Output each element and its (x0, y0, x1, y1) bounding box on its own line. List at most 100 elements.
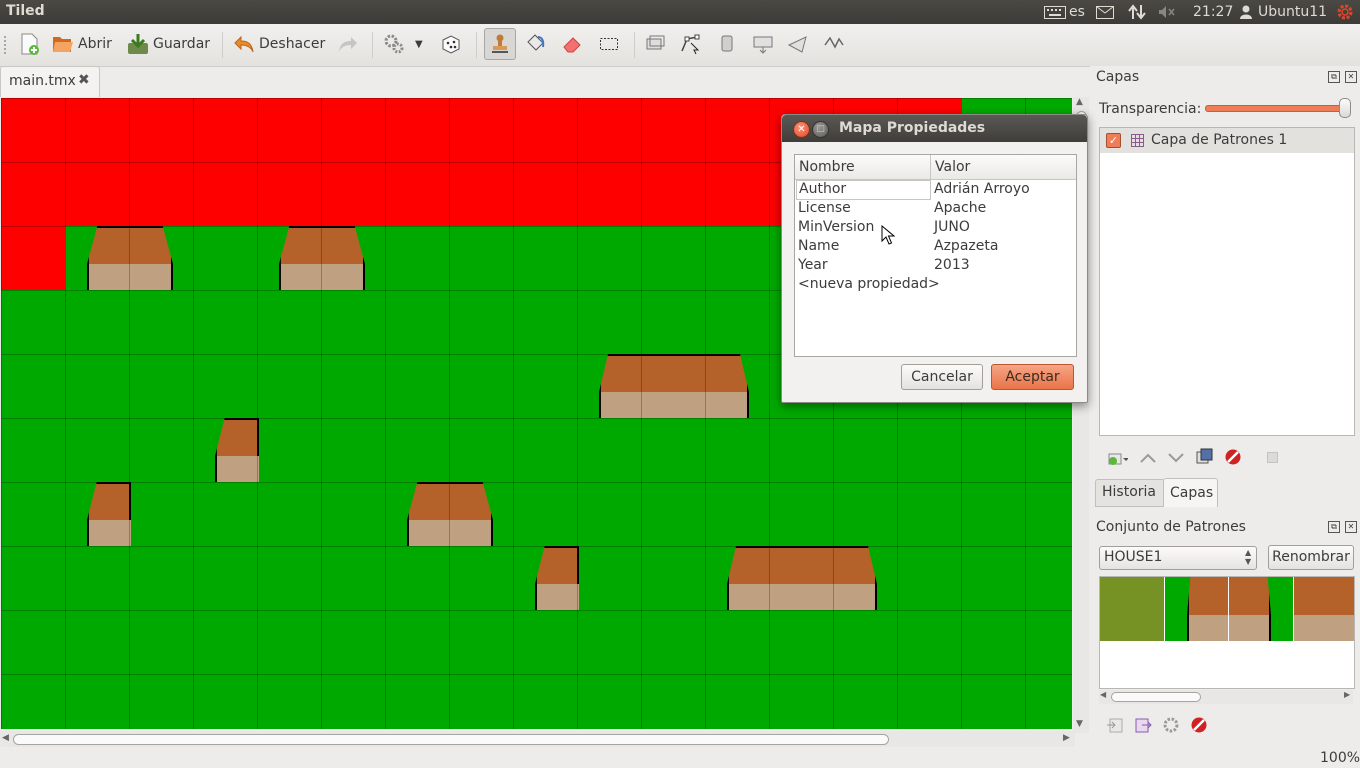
chevron-down-icon[interactable]: ▼ (415, 39, 423, 50)
opacity-slider[interactable] (1205, 105, 1347, 112)
table-row[interactable]: Author Adrián Arroyo (795, 180, 1076, 200)
redo-button[interactable] (337, 28, 359, 60)
command-button[interactable]: ▼ (383, 28, 423, 60)
tileset-horizontal-scrollbar[interactable]: ◀ ▶ (1099, 690, 1353, 704)
scroll-up-icon[interactable]: ▲ (1076, 97, 1083, 107)
close-panel-icon[interactable]: ✕ (1345, 521, 1357, 533)
property-name[interactable]: License (798, 200, 851, 216)
right-dock-panel: Capas ⧉ ✕ Transparencia: ✓ Capa de Patro… (1090, 66, 1360, 748)
tileset-tile-roof[interactable] (1294, 577, 1354, 641)
opacity-slider-handle[interactable] (1339, 98, 1351, 118)
property-value[interactable]: Azpazeta (934, 238, 998, 254)
app-title: Tiled (6, 3, 45, 19)
system-top-bar: Tiled es 21:27 Ubuntu11 (0, 0, 1360, 24)
tileset-properties-icon[interactable] (1162, 716, 1180, 734)
tab-history[interactable]: Historia (1095, 479, 1165, 507)
layer-visibility-checkbox[interactable]: ✓ (1106, 133, 1121, 148)
tab-layers[interactable]: Capas (1163, 478, 1218, 507)
float-panel-icon[interactable]: ⧉ (1328, 521, 1340, 533)
import-tileset-icon[interactable] (1106, 717, 1124, 733)
insert-rectangle-tool[interactable] (716, 28, 738, 60)
open-button[interactable]: Abrir (52, 28, 112, 60)
column-header-name[interactable]: Nombre (799, 159, 855, 175)
map-horizontal-scrollbar[interactable]: ◀ ▶ (0, 731, 1075, 747)
dialog-titlebar[interactable]: ✕ □ Mapa Propiedades (782, 115, 1087, 142)
close-icon[interactable]: ✖ (78, 72, 90, 88)
dialog-maximize-icon[interactable]: □ (812, 121, 829, 138)
property-value[interactable]: Apache (934, 200, 986, 216)
float-panel-icon[interactable]: ⧉ (1328, 71, 1340, 83)
property-value[interactable]: Adrián Arroyo (934, 181, 1030, 197)
rename-tileset-button[interactable]: Renombrar (1268, 545, 1354, 570)
remove-tileset-icon[interactable] (1190, 716, 1208, 734)
tileset-scroll-thumb[interactable] (1111, 692, 1201, 702)
scroll-left-icon[interactable]: ◀ (1100, 690, 1106, 699)
remove-layer-icon[interactable] (1224, 448, 1242, 466)
save-button[interactable]: Guardar (127, 28, 210, 60)
property-name[interactable]: Year (798, 257, 828, 273)
scroll-down-icon[interactable]: ▼ (1076, 719, 1083, 729)
property-value[interactable]: 2013 (934, 257, 970, 273)
new-map-button[interactable] (18, 28, 40, 60)
toolbar-grip[interactable] (4, 36, 9, 54)
scroll-left-icon[interactable]: ◀ (2, 733, 9, 743)
insert-polyline-tool[interactable] (823, 28, 845, 60)
clock[interactable]: 21:27 (1193, 4, 1233, 20)
power-gear-icon[interactable] (1336, 3, 1354, 21)
user-name[interactable]: Ubuntu11 (1258, 4, 1327, 20)
tileset-panel-title: Conjunto de Patrones (1096, 519, 1246, 535)
table-row[interactable]: Year 2013 (795, 257, 1076, 276)
dialog-close-icon[interactable]: ✕ (793, 121, 810, 138)
eraser-tool[interactable] (561, 28, 583, 60)
select-objects-tool[interactable] (644, 28, 666, 60)
duplicate-layer-icon[interactable] (1196, 448, 1214, 466)
export-tileset-icon[interactable] (1134, 717, 1152, 733)
stamp-icon (492, 34, 508, 53)
undo-button[interactable]: Deshacer (233, 28, 325, 60)
layer-properties-icon[interactable] (1267, 452, 1278, 463)
tab-main-tmx[interactable]: main.tmx ✖ (0, 66, 100, 97)
layer-row[interactable]: ✓ Capa de Patrones 1 (1100, 128, 1354, 153)
stamp-brush-tool[interactable] (484, 28, 516, 60)
close-panel-icon[interactable]: ✕ (1345, 71, 1357, 83)
volume-muted-icon[interactable] (1158, 5, 1176, 19)
move-layer-up-icon[interactable] (1140, 452, 1156, 464)
tileset-tile-grass-dark[interactable] (1100, 577, 1164, 641)
column-header-value[interactable]: Valor (935, 159, 970, 175)
table-row[interactable]: License Apache (795, 200, 1076, 219)
tileset-select[interactable]: HOUSE1 ▲ ▼ (1099, 546, 1257, 570)
tileset-tile-house[interactable] (1165, 577, 1293, 641)
layer-name: Capa de Patrones 1 (1151, 132, 1288, 148)
property-name[interactable]: Name (798, 238, 839, 254)
table-row[interactable]: Name Azpazeta (795, 238, 1076, 257)
scroll-right-icon[interactable]: ▶ (1344, 690, 1350, 699)
add-layer-icon[interactable] (1106, 449, 1128, 467)
mouse-cursor-icon (881, 225, 896, 245)
property-name[interactable]: MinVersion (798, 219, 874, 235)
mail-icon[interactable] (1096, 6, 1114, 19)
property-name[interactable]: Author (796, 180, 931, 200)
new-property-placeholder[interactable]: <nueva propiedad> (798, 276, 940, 292)
tileset-view[interactable] (1099, 576, 1355, 689)
table-row[interactable]: MinVersion JUNO (795, 219, 1076, 238)
random-mode-button[interactable] (440, 28, 462, 60)
keyboard-icon[interactable] (1044, 6, 1066, 19)
bucket-fill-tool[interactable] (524, 28, 546, 60)
network-icon[interactable] (1128, 4, 1146, 20)
accept-button[interactable]: Aceptar (991, 364, 1074, 390)
scroll-right-icon[interactable]: ▶ (1063, 733, 1070, 743)
edit-polygons-tool[interactable] (679, 28, 701, 60)
cancel-button[interactable]: Cancelar (901, 364, 983, 390)
paint-bucket-icon (527, 34, 545, 51)
rectangle-select-tool[interactable] (598, 28, 620, 60)
horizontal-scroll-thumb[interactable] (13, 734, 889, 745)
insert-polygon-tool[interactable] (787, 28, 809, 60)
new-property-row[interactable]: <nueva propiedad> (795, 276, 1076, 295)
redo-arrow-icon (339, 37, 357, 52)
insert-tile-tool[interactable] (752, 28, 774, 60)
property-value[interactable]: JUNO (934, 219, 970, 235)
dialog-title: Mapa Propiedades (839, 120, 986, 136)
insert-polygon-icon (787, 36, 807, 53)
keyboard-layout[interactable]: es (1069, 4, 1085, 20)
move-layer-down-icon[interactable] (1168, 452, 1184, 464)
